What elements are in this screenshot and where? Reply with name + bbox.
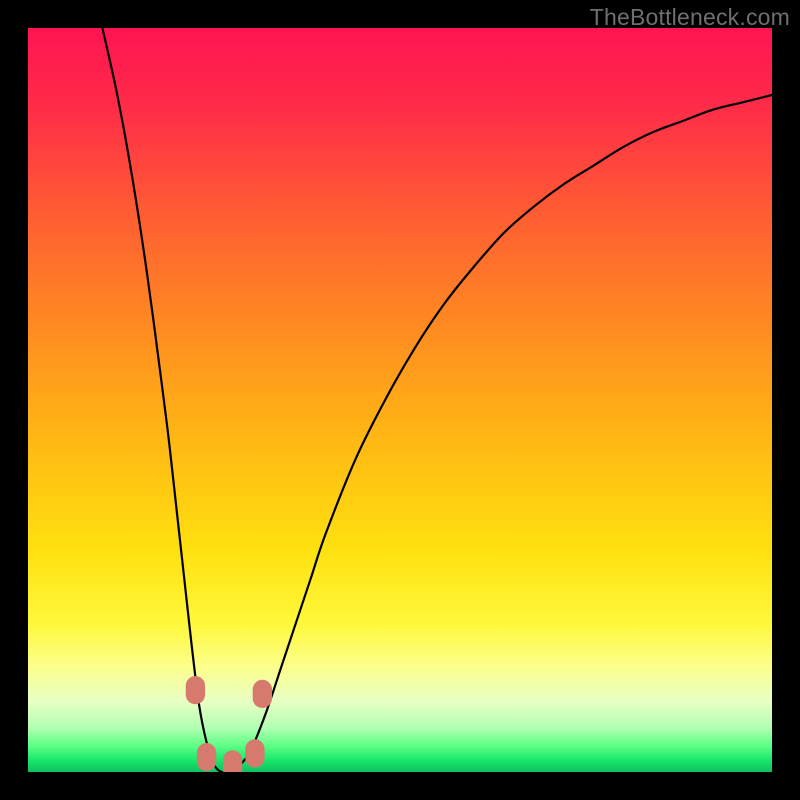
curve-marker bbox=[186, 676, 205, 704]
curve-layer bbox=[28, 28, 772, 772]
curve-marker bbox=[197, 743, 216, 771]
curve-marker bbox=[253, 680, 272, 708]
frame-border: TheBottleneck.com bbox=[0, 0, 800, 800]
plot-area bbox=[28, 28, 772, 772]
bottleneck-curve bbox=[102, 28, 772, 772]
curve-marker bbox=[223, 750, 242, 772]
curve-markers bbox=[186, 676, 272, 772]
watermark-text: TheBottleneck.com bbox=[590, 4, 790, 31]
curve-marker bbox=[245, 739, 264, 767]
